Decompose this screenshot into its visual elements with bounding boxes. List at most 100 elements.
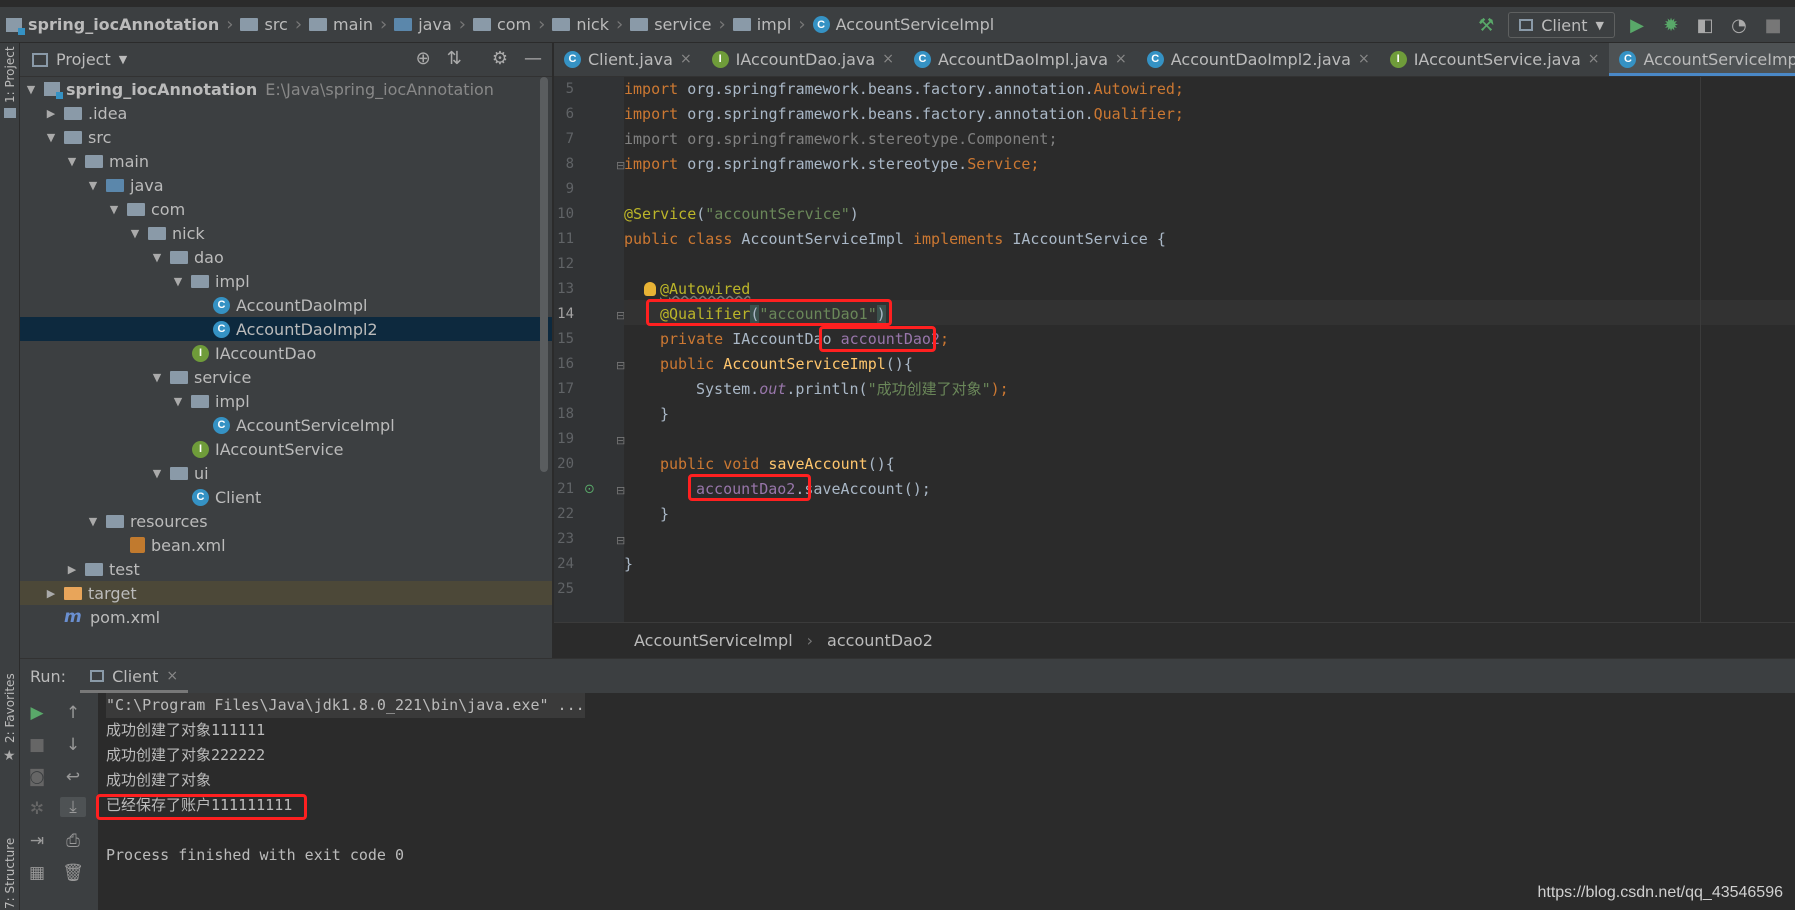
- structure-tool-tab[interactable]: 7: Structure: [3, 838, 17, 909]
- expanded-arrow-icon[interactable]: ▼: [86, 179, 100, 192]
- hide-panel-icon[interactable]: —: [524, 48, 542, 69]
- tree-node-excluded[interactable]: ▶ target: [20, 581, 552, 605]
- coverage-icon[interactable]: ◧: [1693, 13, 1717, 37]
- tree-node-selected[interactable]: C AccountDaoImpl2: [20, 317, 552, 341]
- tab-accountdaoimpl-java[interactable]: C AccountDaoImpl.java ×: [904, 43, 1137, 76]
- crumb-src[interactable]: src: [240, 15, 288, 34]
- expanded-arrow-icon[interactable]: ▼: [171, 395, 185, 408]
- tree-node[interactable]: ▼ service: [20, 365, 552, 389]
- stop-icon[interactable]: ■: [24, 735, 50, 755]
- expanded-arrow-icon[interactable]: ▼: [65, 155, 79, 168]
- exit-icon[interactable]: ⇥: [24, 831, 50, 851]
- line-number: 22: [557, 506, 574, 522]
- close-icon[interactable]: ×: [166, 668, 178, 684]
- scroll-to-end-icon[interactable]: ⤓: [60, 797, 86, 817]
- crumb-com[interactable]: com: [472, 15, 531, 34]
- expanded-arrow-icon[interactable]: ▼: [150, 467, 164, 480]
- tree-node[interactable]: ▼ spring_iocAnnotation E:\Java\spring_iocA…: [20, 77, 552, 101]
- project-view-select[interactable]: Project: [56, 50, 111, 69]
- expanded-arrow-icon[interactable]: ▼: [150, 371, 164, 384]
- expanded-arrow-icon[interactable]: ▼: [107, 203, 121, 216]
- interface-icon: I: [1389, 50, 1407, 68]
- collapsed-arrow-icon[interactable]: ▶: [44, 587, 58, 600]
- debug-icon[interactable]: ✹: [1659, 13, 1683, 37]
- expanded-arrow-icon[interactable]: ▼: [44, 131, 58, 144]
- tree-scrollbar[interactable]: [540, 77, 548, 472]
- print-icon[interactable]: ⎙: [60, 831, 86, 851]
- layout-icon[interactable]: ▦: [24, 863, 50, 883]
- tree-node[interactable]: ▼ com: [20, 197, 552, 221]
- source-folder-icon: [394, 18, 413, 31]
- tree-node[interactable]: ▼ src: [20, 125, 552, 149]
- tree-node[interactable]: m pom.xml: [20, 605, 552, 629]
- tab-accountdaoimpl2-java[interactable]: C AccountDaoImpl2.java ×: [1137, 43, 1380, 76]
- profile-icon[interactable]: ◔: [1727, 13, 1751, 37]
- expanded-arrow-icon[interactable]: ▼: [150, 251, 164, 264]
- tree-node[interactable]: ▼ dao: [20, 245, 552, 269]
- project-tool-tab[interactable]: 1: Project: [3, 46, 17, 103]
- close-icon[interactable]: ×: [882, 51, 894, 67]
- collapse-all-icon[interactable]: ⇅: [447, 48, 462, 69]
- locate-file-icon[interactable]: ⊕: [416, 48, 431, 69]
- crumb-main[interactable]: main: [309, 15, 373, 34]
- run-config-select[interactable]: Client ▼: [1508, 12, 1615, 38]
- build-hammer-icon[interactable]: ⚒: [1474, 13, 1498, 37]
- tree-node[interactable]: ▼ main: [20, 149, 552, 173]
- trash-icon[interactable]: 🗑: [60, 863, 86, 883]
- navigation-bar: spring_iocAnnotation › src › main › java…: [0, 0, 1795, 43]
- lightbulb-icon[interactable]: [644, 282, 656, 296]
- crumb-field[interactable]: accountDao2: [827, 631, 933, 650]
- tab-iaccountservice-java[interactable]: I IAccountService.java ×: [1380, 43, 1610, 76]
- expanded-arrow-icon[interactable]: ▼: [24, 83, 38, 96]
- expanded-arrow-icon[interactable]: ▼: [128, 227, 142, 240]
- tree-node[interactable]: ▼ resources: [20, 509, 552, 533]
- stop-icon[interactable]: ■: [1761, 13, 1785, 37]
- settings-icon[interactable]: ✲: [24, 799, 50, 819]
- expanded-arrow-icon[interactable]: ▼: [171, 275, 185, 288]
- crumb-impl[interactable]: impl: [732, 15, 791, 34]
- tree-node[interactable]: C Client: [20, 485, 552, 509]
- chevron-down-icon[interactable]: ▼: [119, 53, 127, 66]
- tree-node[interactable]: ▼ java: [20, 173, 552, 197]
- crumb-class[interactable]: AccountServiceImpl: [634, 631, 793, 650]
- close-icon[interactable]: ×: [1115, 51, 1127, 67]
- run-tab-client[interactable]: Client ×: [80, 659, 189, 693]
- rerun-icon[interactable]: ▶: [24, 703, 50, 723]
- favorites-tool-tab[interactable]: 2: Favorites: [3, 673, 17, 743]
- soft-wrap-icon[interactable]: ↩: [60, 767, 86, 787]
- tree-node[interactable]: I IAccountService: [20, 437, 552, 461]
- collapsed-arrow-icon[interactable]: ▶: [44, 107, 58, 120]
- arrow-up-icon[interactable]: ↑: [60, 703, 86, 723]
- close-icon[interactable]: ×: [1588, 51, 1600, 67]
- tree-node[interactable]: I IAccountDao: [20, 341, 552, 365]
- tab-accountserviceimpl-java[interactable]: CAccountServiceImpl.java×: [1609, 43, 1795, 76]
- tree-node[interactable]: bean.xml: [20, 533, 552, 557]
- collapsed-arrow-icon[interactable]: ▶: [65, 563, 79, 576]
- tab-client-java[interactable]: C Client.java ×: [554, 43, 702, 76]
- code-area[interactable]: import org.springframework.beans.factory…: [624, 77, 1795, 622]
- arrow-down-icon[interactable]: ↓: [60, 735, 86, 755]
- close-icon[interactable]: ×: [680, 51, 692, 67]
- tree-node[interactable]: C AccountServiceImpl: [20, 413, 552, 437]
- crumb-nick[interactable]: nick: [552, 15, 609, 34]
- tree-node[interactable]: ▶ .idea: [20, 101, 552, 125]
- crumb-project[interactable]: spring_iocAnnotation: [6, 15, 219, 35]
- gear-icon[interactable]: ⚙: [492, 48, 508, 69]
- ide-window: spring_iocAnnotation › src › main › java…: [0, 0, 1795, 910]
- expanded-arrow-icon[interactable]: ▼: [86, 515, 100, 528]
- tree-node[interactable]: ▼ impl: [20, 389, 552, 413]
- line-number: 13: [557, 281, 574, 297]
- camera-icon[interactable]: ◙: [24, 767, 50, 787]
- tab-iaccountdao-java[interactable]: I IAccountDao.java ×: [702, 43, 904, 76]
- tree-node[interactable]: ▼ impl: [20, 269, 552, 293]
- crumb-java[interactable]: java: [394, 15, 452, 34]
- crumb-class[interactable]: C AccountServiceImpl: [812, 15, 994, 34]
- run-icon[interactable]: ▶: [1625, 13, 1649, 37]
- crumb-service[interactable]: service: [630, 15, 712, 34]
- close-icon[interactable]: ×: [1358, 51, 1370, 67]
- tree-node[interactable]: C AccountDaoImpl: [20, 293, 552, 317]
- tree-node[interactable]: ▼ nick: [20, 221, 552, 245]
- implements-method-icon[interactable]: ⊙: [584, 482, 595, 497]
- tree-node[interactable]: ▶ test: [20, 557, 552, 581]
- tree-node[interactable]: ▼ ui: [20, 461, 552, 485]
